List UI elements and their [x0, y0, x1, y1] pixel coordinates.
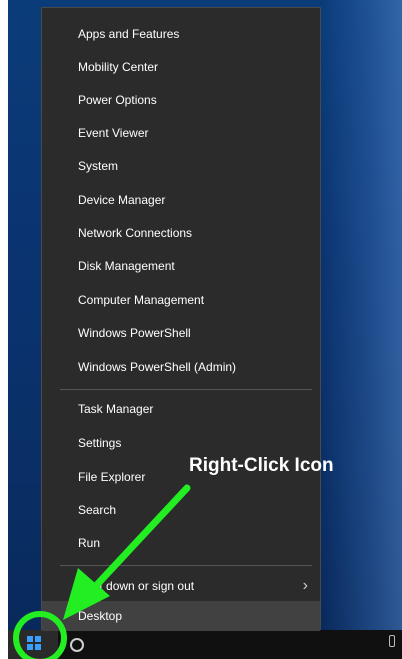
annotation-overlay	[13, 484, 191, 659]
annotation-arrow-shaft	[88, 484, 191, 594]
annotation-highlight-circle	[13, 611, 67, 659]
